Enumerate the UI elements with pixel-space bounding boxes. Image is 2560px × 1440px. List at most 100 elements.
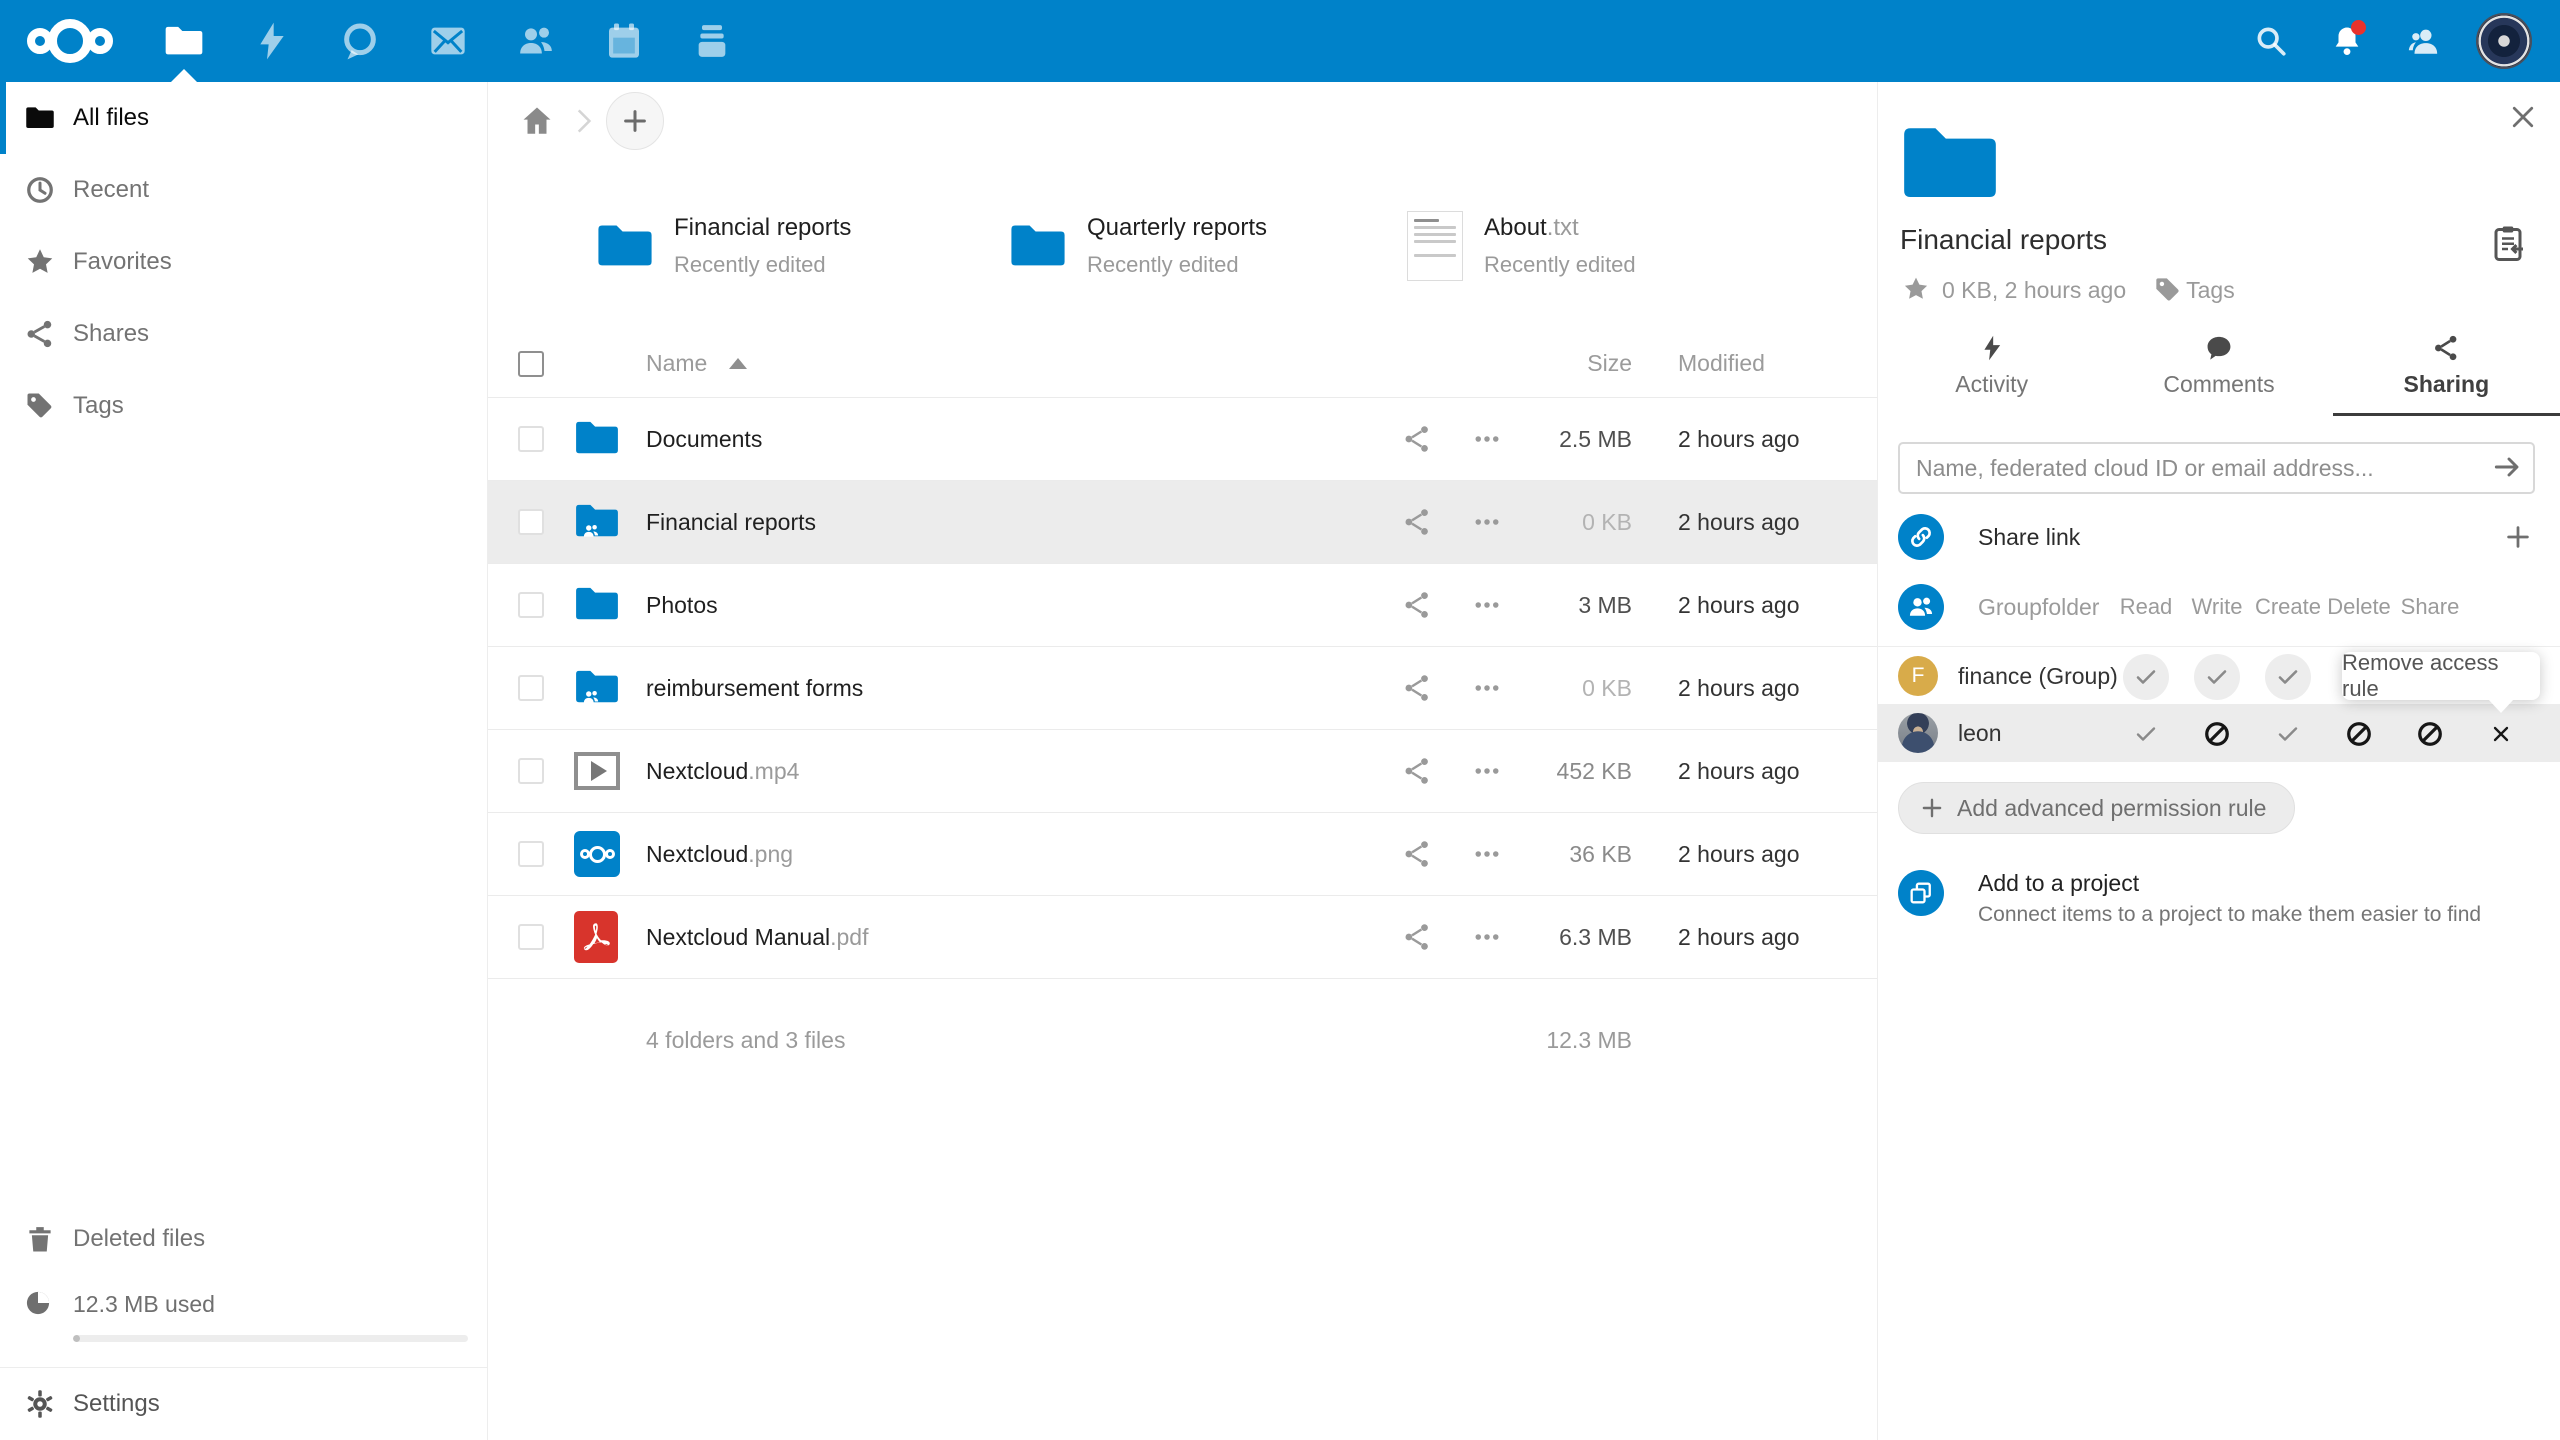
add-share-link-icon[interactable] <box>2496 515 2540 559</box>
user-avatar[interactable] <box>2476 13 2532 69</box>
file-row-photos[interactable]: Photos 3 MB 2 hours ago <box>488 564 1877 647</box>
project-icon <box>1898 870 1944 916</box>
share-recipient-input[interactable] <box>1898 442 2535 494</box>
sidebar-item-settings[interactable]: Settings <box>0 1367 487 1440</box>
permission-write-allow[interactable] <box>2194 654 2240 700</box>
shared-folder-icon <box>574 502 620 542</box>
contacts-menu-button[interactable] <box>2400 18 2446 64</box>
actions-menu-button[interactable] <box>1452 672 1522 704</box>
share-button[interactable] <box>1382 755 1452 787</box>
permission-create-allow[interactable] <box>2265 711 2311 757</box>
actions-menu-button[interactable] <box>1452 838 1522 870</box>
tags-button[interactable]: Tags <box>2154 276 2235 304</box>
tab-label: Comments <box>2163 371 2274 398</box>
tag-icon <box>2154 276 2182 304</box>
row-checkbox[interactable] <box>518 509 544 535</box>
notifications-button[interactable] <box>2324 18 2370 64</box>
tag-icon <box>24 390 56 422</box>
plus-icon <box>620 106 650 136</box>
details-meta: 0 KB, 2 hours ago <box>1942 277 2126 304</box>
search-button[interactable] <box>2248 18 2294 64</box>
actions-menu-button[interactable] <box>1452 755 1522 787</box>
acl-entry-name: finance (Group) <box>1958 647 2118 705</box>
row-checkbox[interactable] <box>518 758 544 784</box>
sidebar-item-all-files[interactable]: All files <box>0 82 487 154</box>
folder-icon <box>1007 221 1069 271</box>
file-row-reimbursement-forms[interactable]: reimbursement forms 0 KB 2 hours ago <box>488 647 1877 730</box>
tab-comments[interactable]: Comments <box>2105 332 2332 414</box>
actions-menu-button[interactable] <box>1452 506 1522 538</box>
file-row-nextcloud-manual-pdf[interactable]: Nextcloud Manual.pdf 6.3 MB 2 hours ago <box>488 896 1877 979</box>
actions-menu-button[interactable] <box>1452 423 1522 455</box>
app-activity[interactable] <box>228 0 316 82</box>
share-button[interactable] <box>1382 589 1452 621</box>
tab-sharing[interactable]: Sharing <box>2333 332 2560 414</box>
favorite-star-icon[interactable] <box>1900 274 1932 306</box>
sidebar-item-favorites[interactable]: Favorites <box>0 226 487 298</box>
recent-card-about-txt[interactable]: About.txt Recently edited <box>1404 162 1636 330</box>
recent-card-quarterly-reports[interactable]: Quarterly reports Recently edited <box>1007 162 1404 330</box>
sidebar-item-tags[interactable]: Tags <box>0 370 487 442</box>
checksum-clipboard-icon[interactable] <box>2484 222 2524 266</box>
activity-icon <box>1978 334 2006 362</box>
share-button[interactable] <box>1382 921 1452 953</box>
app-mail[interactable] <box>404 0 492 82</box>
row-checkbox[interactable] <box>518 841 544 867</box>
file-row-nextcloud-png[interactable]: Nextcloud.png 36 KB 2 hours ago <box>488 813 1877 896</box>
image-thumbnail <box>574 831 620 877</box>
file-row-financial-reports[interactable]: Financial reports 0 KB 2 hours ago <box>488 481 1877 564</box>
permission-read-allow[interactable] <box>2123 654 2169 700</box>
new-file-button[interactable] <box>606 92 664 150</box>
share-button[interactable] <box>1382 423 1452 455</box>
recent-card-financial-reports[interactable]: Financial reports Recently edited <box>594 162 1007 330</box>
select-all-checkbox[interactable] <box>518 351 544 377</box>
share-button[interactable] <box>1382 506 1452 538</box>
file-name: Photos <box>646 592 718 619</box>
sidebar-item-recent[interactable]: Recent <box>0 154 487 226</box>
file-row-documents[interactable]: Documents 2.5 MB 2 hours ago <box>488 398 1877 481</box>
nextcloud-files-app: All files Recent Favorites Shares <box>0 0 2560 1440</box>
sidebar-item-shares[interactable]: Shares <box>0 298 487 370</box>
permission-read-allow[interactable] <box>2123 711 2169 757</box>
share-submit-arrow-icon[interactable] <box>2485 449 2525 487</box>
row-checkbox[interactable] <box>518 426 544 452</box>
actions-menu-button[interactable] <box>1452 921 1522 953</box>
permission-share-deny[interactable] <box>2407 711 2453 757</box>
actions-menu-button[interactable] <box>1452 589 1522 621</box>
app-calendar[interactable] <box>580 0 668 82</box>
app-deck[interactable] <box>668 0 756 82</box>
row-checkbox[interactable] <box>518 675 544 701</box>
column-share: Share <box>2385 580 2475 634</box>
tab-label: Sharing <box>2404 371 2490 398</box>
share-button[interactable] <box>1382 838 1452 870</box>
nextcloud-logo[interactable] <box>0 0 140 82</box>
modified-column-header[interactable]: Modified <box>1632 350 1877 377</box>
app-files[interactable] <box>140 0 228 82</box>
close-icon[interactable] <box>2502 98 2542 138</box>
share-button[interactable] <box>1382 672 1452 704</box>
size-column-header[interactable]: Size <box>1522 350 1632 377</box>
row-checkbox[interactable] <box>518 592 544 618</box>
file-modified: 2 hours ago <box>1632 924 1877 951</box>
remove-access-rule-icon[interactable] <box>2478 711 2524 757</box>
permission-delete-deny[interactable] <box>2336 711 2382 757</box>
sidebar-item-deleted-files[interactable]: Deleted files <box>0 1203 487 1275</box>
row-checkbox[interactable] <box>518 924 544 950</box>
storage-progress-fill <box>73 1335 80 1342</box>
app-talk[interactable] <box>316 0 404 82</box>
tab-activity[interactable]: Activity <box>1878 332 2105 414</box>
sidebar-item-label: Recent <box>73 176 149 204</box>
app-contacts[interactable] <box>492 0 580 82</box>
name-column-header[interactable]: Name <box>646 350 1382 377</box>
activity-icon <box>252 21 292 61</box>
calendar-icon <box>604 21 644 61</box>
plus-icon <box>1919 795 1945 821</box>
file-row-nextcloud-mp4[interactable]: Nextcloud.mp4 452 KB 2 hours ago <box>488 730 1877 813</box>
card-title: About <box>1484 214 1547 241</box>
add-advanced-permission-rule-button[interactable]: Add advanced permission rule <box>1898 782 2295 834</box>
permission-write-deny[interactable] <box>2194 711 2240 757</box>
add-to-project-row[interactable]: Add to a project Connect items to a proj… <box>1878 870 2560 930</box>
card-title: Financial reports <box>674 214 851 241</box>
permission-create-allow[interactable] <box>2265 654 2311 700</box>
home-icon[interactable] <box>514 102 554 142</box>
